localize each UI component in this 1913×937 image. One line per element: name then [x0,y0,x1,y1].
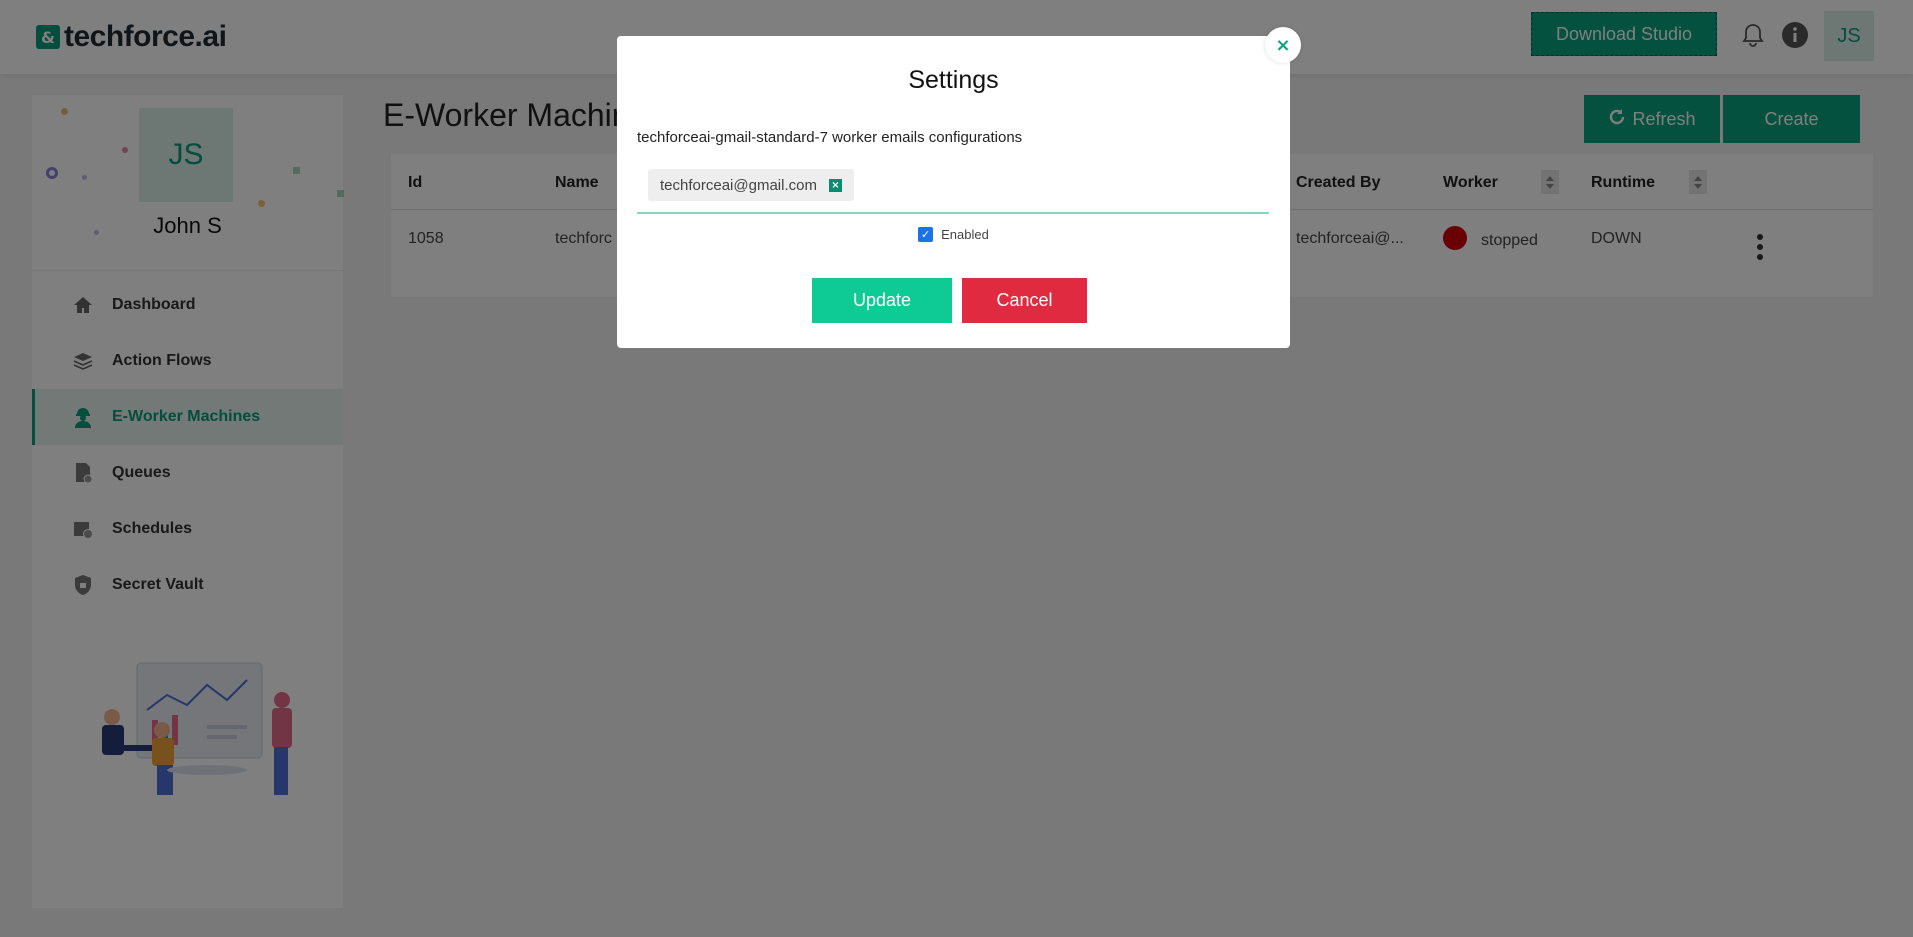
email-tags-input[interactable]: techforceai@gmail.com × [637,164,1269,214]
remove-tag-icon[interactable]: × [828,178,842,192]
enabled-row: ✓ Enabled [617,227,1290,242]
email-tag: techforceai@gmail.com × [648,169,854,201]
cancel-button[interactable]: Cancel [962,278,1087,323]
update-button[interactable]: Update [812,278,952,323]
enabled-label: Enabled [941,227,989,242]
modal-description: techforceai-gmail-standard-7 worker emai… [637,129,1023,146]
close-icon[interactable]: × [1265,27,1301,63]
settings-modal: Settings techforceai-gmail-standard-7 wo… [617,36,1290,348]
email-tag-label: techforceai@gmail.com [660,176,817,194]
modal-title: Settings [908,66,999,94]
enabled-checkbox[interactable]: ✓ [918,227,934,242]
